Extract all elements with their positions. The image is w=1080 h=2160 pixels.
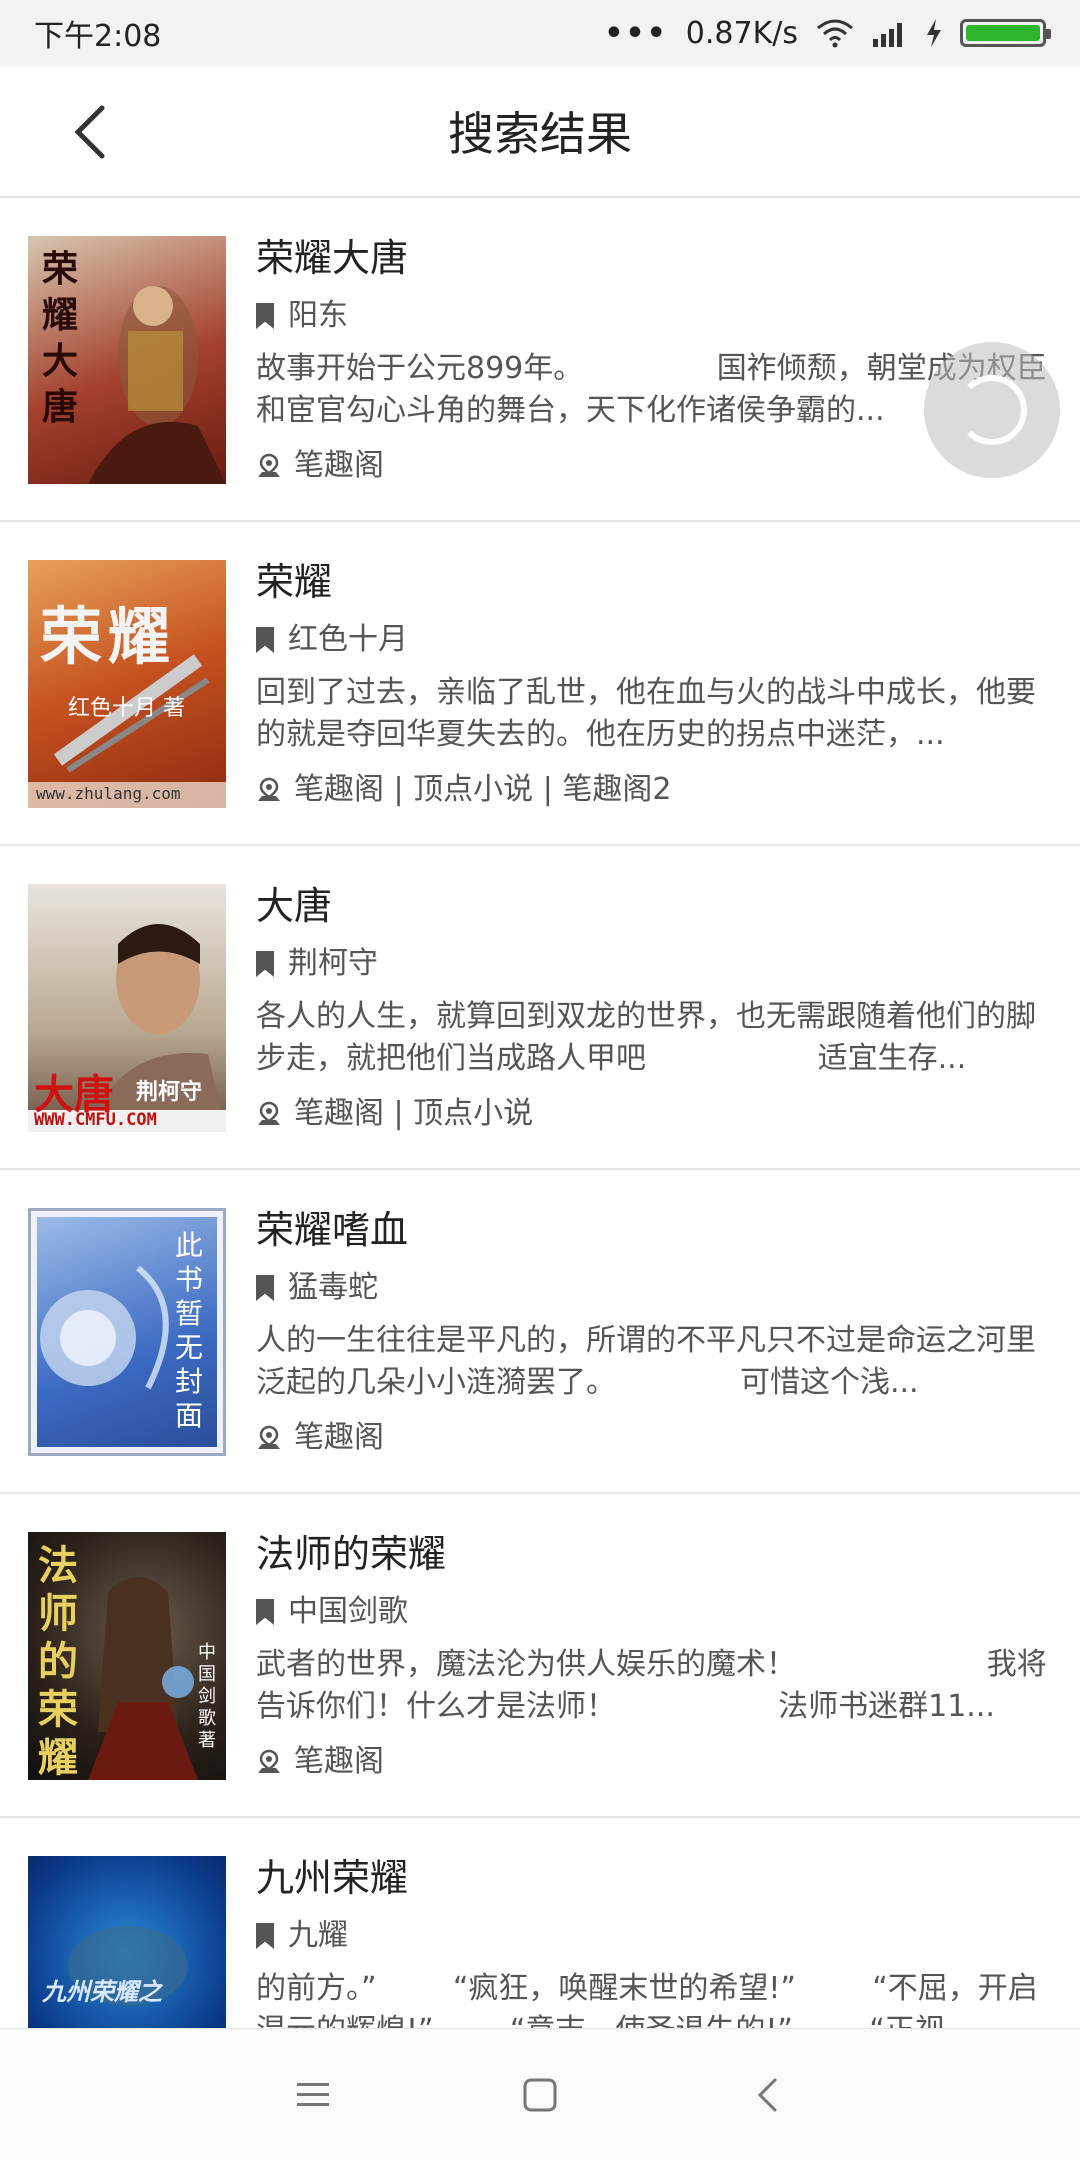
bookmark-icon [256, 627, 274, 653]
book-sources: 笔趣阁 | 顶点小说 [294, 1096, 534, 1131]
book-title: 大唐 [256, 884, 333, 928]
system-nav-bar [0, 2028, 1080, 2160]
status-time: 下午2:08 [34, 19, 162, 54]
page-title: 搜索结果 [448, 107, 632, 161]
location-icon [258, 777, 280, 801]
source-line: 笔趣阁 [256, 1738, 1056, 1786]
network-speed: 0.87K/s [685, 15, 798, 51]
cover-title: 九州荣耀之 [42, 1977, 162, 2006]
menu-button[interactable] [273, 2055, 353, 2135]
floating-assistive-button[interactable] [924, 342, 1060, 478]
book-cover: 荣耀大唐 [28, 236, 226, 484]
cover-title: 荣耀大唐 [42, 248, 79, 428]
book-info: 法师的荣耀 中国剑歌 武者的世界，魔法沦为供人娱乐的魔术！ 我将告诉你们！什么才… [256, 1526, 1056, 1786]
book-description: 武者的世界，魔法沦为供人娱乐的魔术！ 我将告诉你们！什么才是法师！ 法师书迷群1… [256, 1647, 1047, 1724]
location-icon [258, 453, 280, 477]
book-author: 九耀 [288, 1918, 348, 1953]
book-cover: 此书暂无封面 [28, 1208, 226, 1456]
book-item[interactable]: 荣耀 红色十月 著 www.zhulang.com 荣耀 红色十月 回到了过去，… [0, 522, 1080, 846]
cover-author: 中国剑歌 著 [198, 1642, 216, 1751]
cover-title: 此书暂无封面 [175, 1229, 204, 1432]
book-item[interactable]: 荣耀大唐 荣耀大唐 阳东 故事开始于公元899年。 国祚倾颓，朝堂成为权臣和宦官… [0, 198, 1080, 522]
bookmark-icon [256, 1923, 274, 1949]
bookmark-icon [256, 951, 274, 977]
source-line: 笔趣阁 | 顶点小说 | 笔趣阁2 [256, 766, 1056, 814]
location-icon [258, 1425, 280, 1449]
wifi-icon [817, 19, 853, 48]
book-title: 九州荣耀 [256, 1856, 409, 1900]
book-title: 荣耀 [256, 560, 333, 604]
back-icon [757, 2078, 777, 2111]
cover-author: 荆柯守 [136, 1079, 203, 1105]
cover-url: www.zhulang.com [36, 784, 181, 803]
book-author: 中国剑歌 [288, 1594, 408, 1629]
book-description: 各人的人生，就算回到双龙的世界，也无需跟随着他们的脚步走，就把他们当成路人甲吧 … [256, 999, 1036, 1076]
book-sources: 笔趣阁 | 顶点小说 | 笔趣阁2 [294, 772, 672, 807]
search-results-list: 荣耀大唐 荣耀大唐 阳东 故事开始于公元899年。 国祚倾颓，朝堂成为权臣和宦官… [0, 198, 1080, 2142]
chevron-left-icon [74, 105, 105, 159]
book-info: 大唐 荆柯守 各人的人生，就算回到双龙的世界，也无需跟随着他们的脚步走，就把他们… [256, 878, 1056, 1138]
author-line: 红色十月 [256, 616, 1056, 664]
book-item[interactable]: 大唐 荆柯守 WWW.CMFU.COM 大唐 荆柯守 各人的人生，就算回到双龙的… [0, 846, 1080, 1170]
bookmark-icon [256, 1599, 274, 1625]
book-sources: 笔趣阁 [294, 1744, 384, 1779]
signal-icon [873, 23, 902, 47]
book-description: 回到了过去，亲临了乱世，他在血与火的战斗中成长，他要的就是夺回华夏失去的。他在历… [256, 675, 1036, 752]
home-icon [523, 2078, 557, 2111]
book-title: 法师的荣耀 [256, 1532, 447, 1576]
charging-icon [927, 19, 941, 47]
menu-icon [297, 2082, 330, 2106]
book-item[interactable]: 法师的荣耀 中国剑歌 著 法师的荣耀 中国剑歌 武者的世界，魔法沦为供人娱乐的魔… [0, 1494, 1080, 1818]
location-icon [258, 1101, 280, 1125]
ring-icon [957, 375, 1027, 445]
book-info: 九州荣耀 九耀 的前方。” “疯狂，唤醒末世的希望!” “不屈，开启混元的辉煌!… [256, 1850, 1056, 2052]
author-line: 阳东 [256, 292, 1056, 340]
source-line: 笔趣阁 | 顶点小说 [256, 1090, 1056, 1138]
notification-dots: ••• [604, 15, 668, 51]
author-line: 猛毒蛇 [256, 1264, 1056, 1312]
cover-title: 荣耀 [40, 600, 177, 673]
book-item[interactable]: 此书暂无封面 荣耀嗜血 猛毒蛇 人的一生往往是平凡的，所谓的不平凡只不过是命运之… [0, 1170, 1080, 1494]
cover-title: 法师的荣耀 [38, 1542, 78, 1780]
book-title: 荣耀大唐 [256, 236, 409, 280]
book-description: 人的一生往往是平凡的，所谓的不平凡只不过是命运之河里泛起的几朵小小涟漪罢了。 可… [256, 1323, 1036, 1400]
cover-url: WWW.CMFU.COM [34, 1110, 157, 1130]
book-sources: 笔趣阁 [294, 1420, 384, 1455]
status-icons: ••• 0.87K/s [604, 15, 1051, 51]
nav-back-button[interactable] [727, 2055, 807, 2135]
bookmark-icon [256, 303, 274, 329]
book-info: 荣耀嗜血 猛毒蛇 人的一生往往是平凡的，所谓的不平凡只不过是命运之河里泛起的几朵… [256, 1202, 1056, 1462]
book-cover: 荣耀 红色十月 著 www.zhulang.com [28, 560, 226, 808]
book-author: 阳东 [288, 298, 348, 333]
book-author: 红色十月 [288, 622, 408, 657]
status-bar: 下午2:08 ••• 0.87K/s [0, 0, 1080, 66]
home-button[interactable] [500, 2055, 580, 2135]
back-button[interactable] [50, 92, 130, 172]
author-line: 中国剑歌 [256, 1588, 1056, 1636]
book-info: 荣耀 红色十月 回到了过去，亲临了乱世，他在血与火的战斗中成长，他要的就是夺回华… [256, 554, 1056, 814]
battery-icon [960, 19, 1051, 47]
cover-author: 红色十月 著 [68, 696, 185, 721]
bookmark-icon [256, 1275, 274, 1301]
author-line: 九耀 [256, 1912, 1056, 1960]
book-author: 荆柯守 [288, 946, 378, 981]
book-cover: 法师的荣耀 中国剑歌 著 [28, 1532, 226, 1780]
author-line: 荆柯守 [256, 940, 1056, 988]
book-info: 荣耀大唐 阳东 故事开始于公元899年。 国祚倾颓，朝堂成为权臣和宦官勾心斗角的… [256, 230, 1056, 490]
app-header: 搜索结果 [0, 66, 1080, 198]
book-sources: 笔趣阁 [294, 448, 384, 483]
book-author: 猛毒蛇 [288, 1270, 378, 1305]
book-cover: 大唐 荆柯守 WWW.CMFU.COM [28, 884, 226, 1132]
book-title: 荣耀嗜血 [256, 1208, 409, 1252]
location-icon [258, 1749, 280, 1773]
source-line: 笔趣阁 [256, 1414, 1056, 1462]
